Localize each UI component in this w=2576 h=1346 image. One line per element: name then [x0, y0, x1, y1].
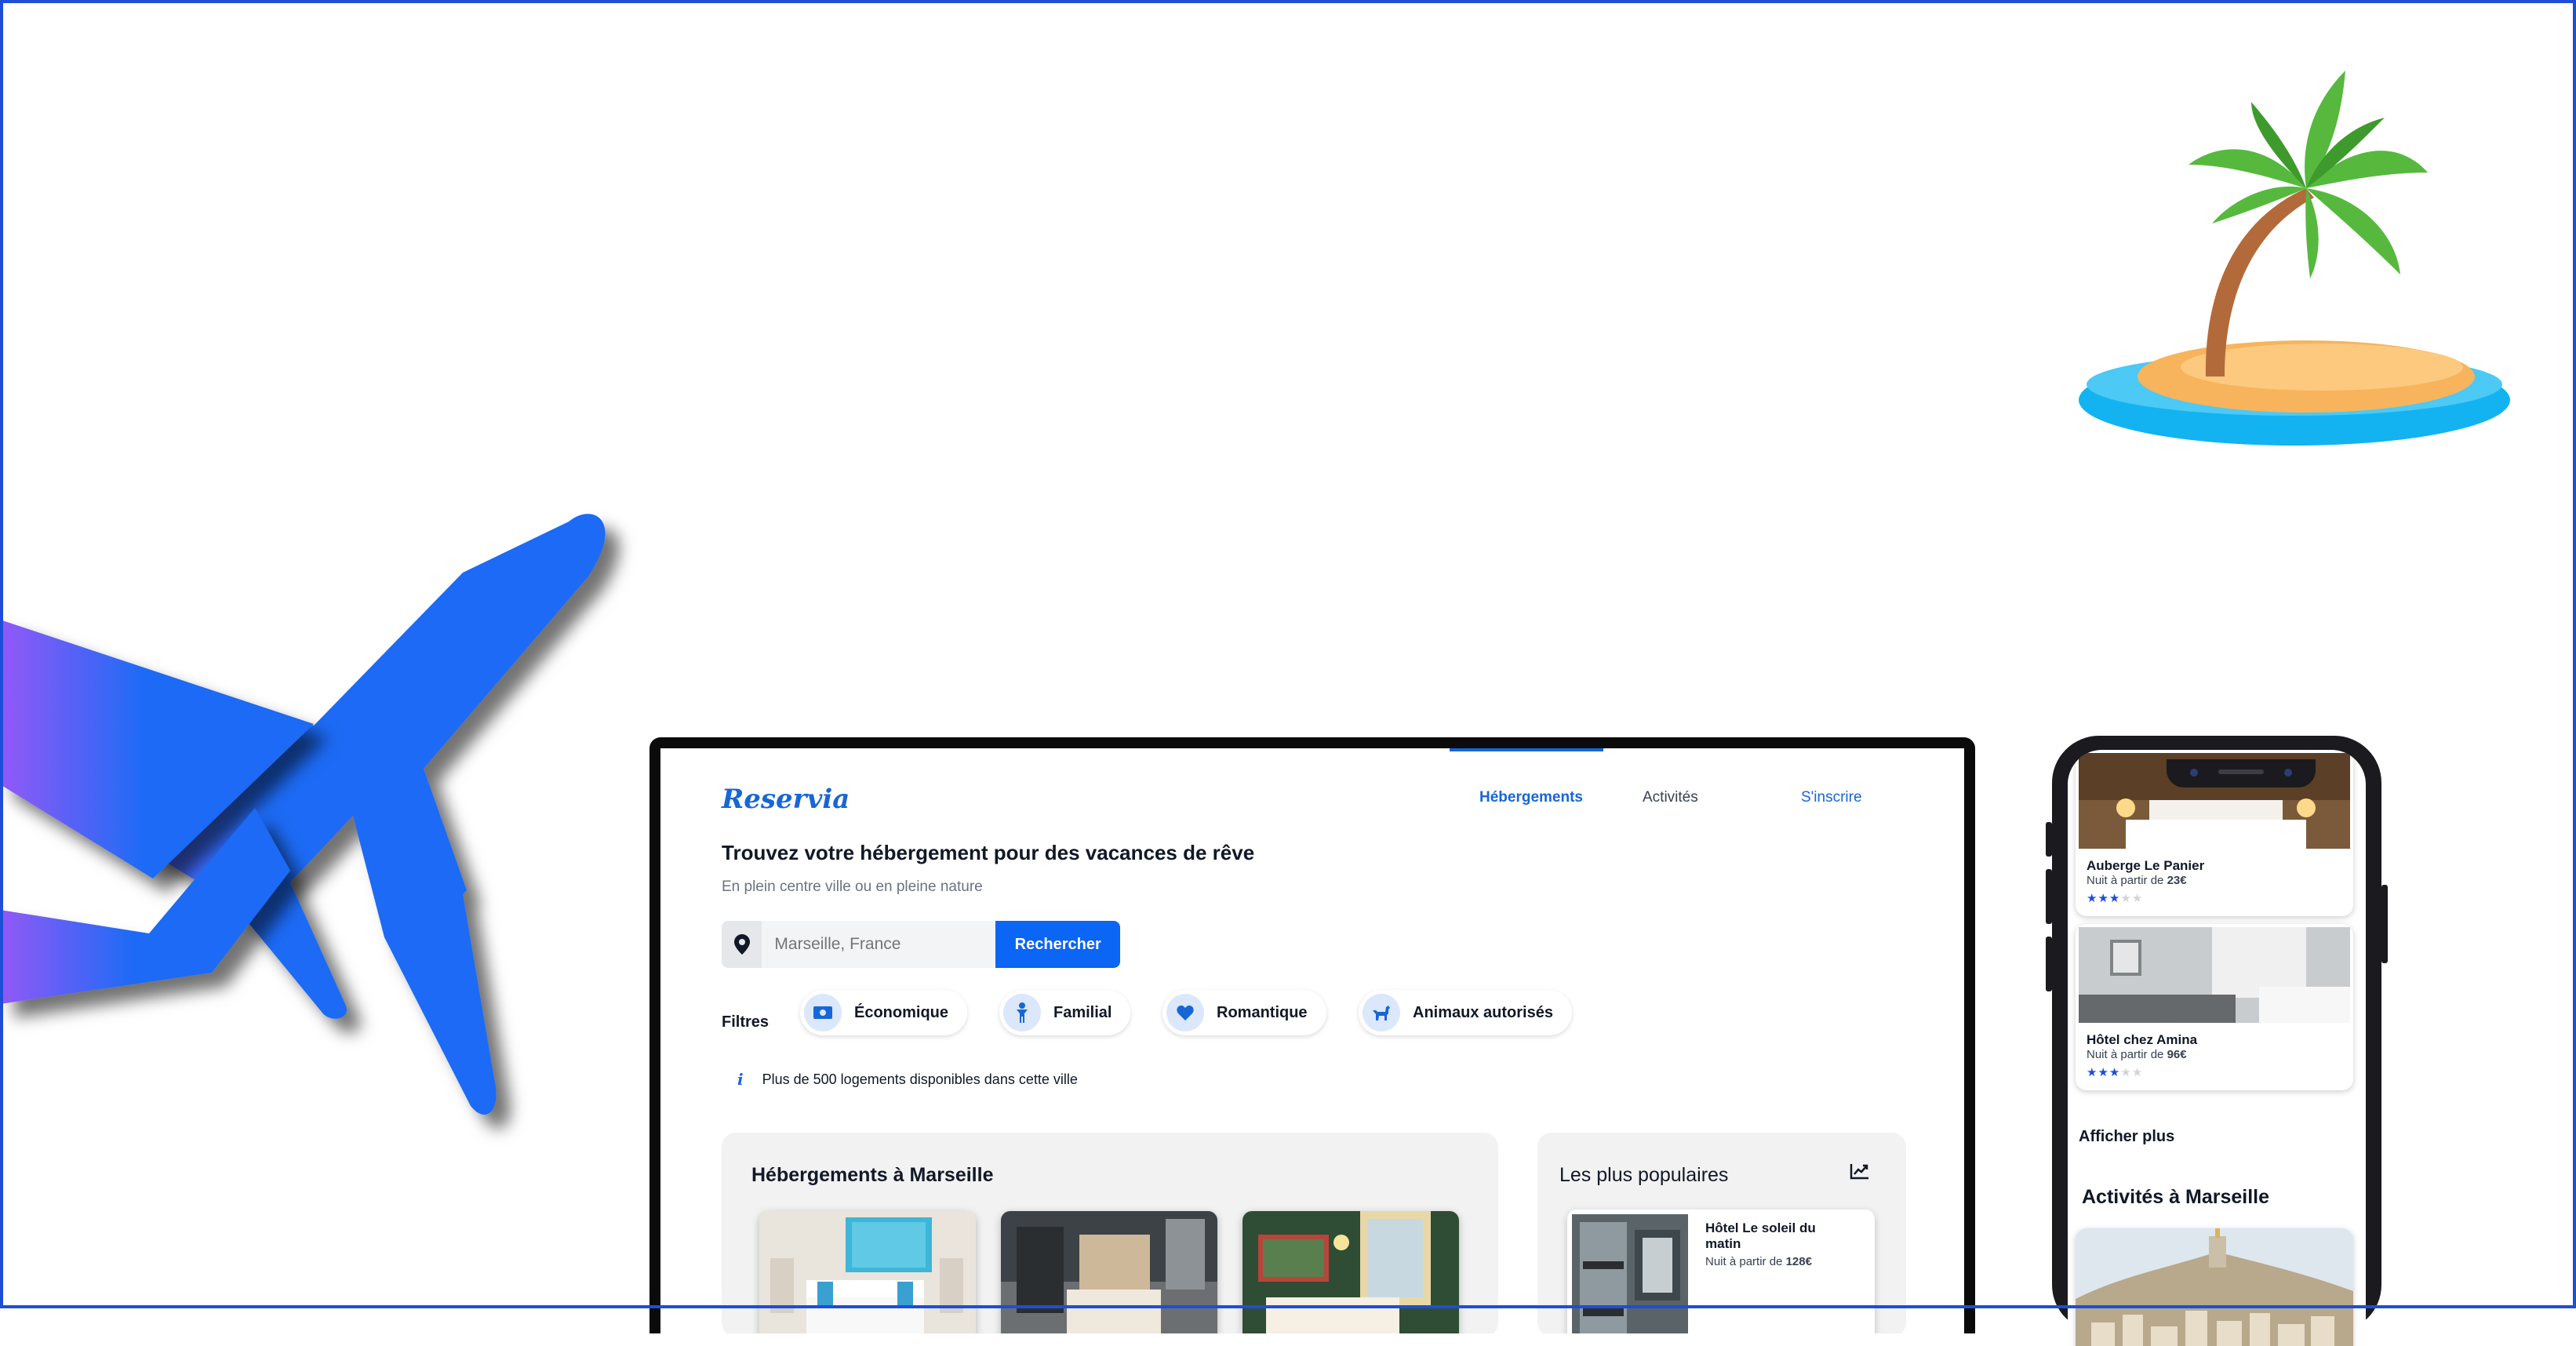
star-icon: ★ — [2120, 1066, 2132, 1079]
star-rating: ★★★★★ — [2087, 1065, 2143, 1079]
filter-label: Économique — [854, 1003, 949, 1021]
camera-dot — [2284, 769, 2292, 777]
search-bar: Rechercher — [722, 921, 1120, 968]
star-icon: ★ — [2120, 892, 2132, 905]
filter-familial[interactable]: Familial — [999, 990, 1131, 1035]
money-icon — [804, 994, 842, 1031]
price-value: 128€ — [1785, 1255, 1812, 1268]
filter-economique[interactable]: Économique — [800, 990, 968, 1035]
location-pin-icon — [722, 921, 762, 968]
nav-active-indicator — [1450, 748, 1603, 751]
filter-label: Familial — [1053, 1003, 1112, 1021]
mobile-hotel-price: Nuit à partir de 96€ — [2087, 1048, 2187, 1061]
star-rating: ★★★★★ — [2087, 891, 2143, 905]
accommodation-card[interactable] — [759, 1211, 976, 1333]
popular-hotel-card[interactable]: Hôtel Le soleil du matin Nuit à partir d… — [1567, 1210, 1875, 1333]
star-icon: ★ — [2108, 892, 2121, 905]
laptop-screen: Reservia Hébergements Activités S'inscri… — [660, 748, 1964, 1333]
show-more-link[interactable]: Afficher plus — [2079, 1128, 2174, 1146]
nav-tab-activities[interactable]: Activités — [1643, 789, 1698, 806]
price-value: 23€ — [2167, 874, 2187, 887]
speaker-grille — [2218, 769, 2264, 774]
price-value: 96€ — [2167, 1048, 2187, 1061]
star-icon: ★ — [2131, 892, 2144, 905]
price-prefix: Nuit à partir de — [2087, 874, 2164, 887]
bedroom-photo — [759, 1211, 976, 1333]
search-button[interactable]: Rechercher — [995, 921, 1120, 968]
island-palm-icon — [2079, 71, 2510, 446]
child-icon — [1003, 994, 1041, 1031]
availability-info: i Plus de 500 logements disponibles dans… — [737, 1070, 1078, 1089]
star-icon: ★ — [2131, 1066, 2144, 1079]
hotel-room-photo — [1572, 1214, 1688, 1333]
phone-mockup: Auberge Le Panier Nuit à partir de 23€ ★… — [2046, 736, 2388, 1346]
phone-screen: Auberge Le Panier Nuit à partir de 23€ ★… — [2068, 750, 2366, 1346]
phone-side-button — [2046, 937, 2052, 991]
info-icon: i — [737, 1070, 744, 1089]
brand-logo[interactable]: Reservia — [722, 784, 850, 815]
price-prefix: Nuit à partir de — [2087, 1048, 2164, 1061]
phone-notch — [2167, 759, 2316, 788]
popular-panel: Les plus populaires Hôtel Le soleil du m… — [1537, 1133, 1906, 1333]
bedroom-photo — [1243, 1211, 1459, 1333]
filters-label: Filtres — [722, 1013, 770, 1031]
star-icon: ★ — [2087, 892, 2098, 905]
filter-romantique[interactable]: Romantique — [1162, 990, 1326, 1035]
popular-hotel-name: Hôtel Le soleil du matin — [1705, 1220, 1816, 1251]
phone-side-button — [2381, 885, 2388, 963]
price-prefix: Nuit à partir de — [1705, 1255, 1783, 1268]
nav-tab-accommodations[interactable]: Hébergements — [1479, 789, 1583, 806]
laptop-mockup: Reservia Hébergements Activités S'inscri… — [649, 737, 1975, 1333]
star-icon: ★ — [2108, 1066, 2121, 1079]
nav-signup-link[interactable]: S'inscrire — [1801, 789, 1862, 806]
availability-text: Plus de 500 logements disponibles dans c… — [762, 1071, 1078, 1087]
star-icon: ★ — [2087, 1066, 2098, 1079]
accommodation-card[interactable] — [1001, 1211, 1217, 1333]
camera-dot — [2190, 769, 2198, 777]
filter-animaux[interactable]: Animaux autorisés — [1359, 990, 1572, 1035]
mobile-hotel-price: Nuit à partir de 23€ — [2087, 874, 2187, 887]
airplane-icon — [0, 514, 606, 1115]
bedroom-photo — [1001, 1211, 1217, 1333]
activity-card[interactable] — [2076, 1228, 2353, 1346]
accommodations-panel: Hébergements à Marseille — [722, 1133, 1498, 1333]
mobile-hotel-name: Auberge Le Panier — [2087, 858, 2205, 873]
star-icon: ★ — [2098, 892, 2109, 905]
marseille-city-photo — [2076, 1228, 2353, 1346]
accommodations-panel-title: Hébergements à Marseille — [751, 1164, 994, 1186]
hero-title: Trouvez votre hébergement pour des vacan… — [722, 841, 1255, 864]
star-icon: ★ — [2098, 1066, 2109, 1079]
hotel-room-photo — [2079, 927, 2350, 1023]
heart-icon — [1166, 994, 1204, 1031]
accommodation-card[interactable] — [1243, 1211, 1459, 1333]
search-input[interactable] — [762, 921, 996, 968]
mobile-hotel-name: Hôtel chez Amina — [2087, 1032, 2198, 1047]
dog-icon — [1363, 994, 1400, 1031]
popular-hotel-price: Nuit à partir de 128€ — [1705, 1255, 1812, 1268]
hero-subtitle: En plein centre ville ou en pleine natur… — [722, 879, 983, 895]
phone-side-button — [2046, 822, 2052, 857]
activities-title: Activités à Marseille — [2082, 1186, 2270, 1208]
trend-chart-icon — [1850, 1162, 1870, 1184]
filter-label: Romantique — [1217, 1003, 1308, 1021]
popular-panel-title: Les plus populaires — [1559, 1164, 1729, 1186]
mobile-hotel-card[interactable]: Hôtel chez Amina Nuit à partir de 96€ ★★… — [2076, 924, 2353, 1090]
filter-label: Animaux autorisés — [1413, 1003, 1553, 1021]
phone-side-button — [2046, 869, 2052, 924]
